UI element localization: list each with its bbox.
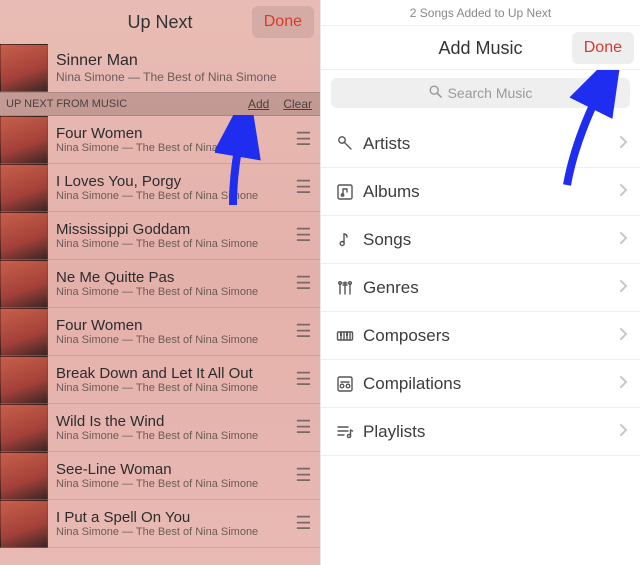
category-row-albums[interactable]: Albums bbox=[321, 168, 640, 216]
queue-row[interactable]: Mississippi GoddamNina Simone — The Best… bbox=[0, 212, 320, 260]
add-music-panel: 2 Songs Added to Up Next Add Music Done … bbox=[320, 0, 640, 565]
chevron-right-icon bbox=[619, 230, 628, 250]
reorder-handle-icon[interactable]: ☰ bbox=[286, 369, 320, 390]
category-label: Playlists bbox=[363, 422, 619, 442]
track-subtitle: Nina Simone — The Best of Nina Simone bbox=[56, 334, 286, 346]
chevron-right-icon bbox=[619, 374, 628, 394]
category-row-songs[interactable]: Songs bbox=[321, 216, 640, 264]
now-playing-row[interactable]: Sinner Man Nina Simone — The Best of Nin… bbox=[0, 44, 320, 92]
reorder-handle-icon[interactable]: ☰ bbox=[286, 177, 320, 198]
search-icon bbox=[429, 85, 442, 101]
queue-section-header: UP NEXT FROM MUSIC Add Clear bbox=[0, 92, 320, 116]
queue-row[interactable]: I Put a Spell On YouNina Simone — The Be… bbox=[0, 500, 320, 548]
add-link[interactable]: Add bbox=[248, 97, 269, 111]
reorder-handle-icon[interactable]: ☰ bbox=[286, 513, 320, 534]
chevron-right-icon bbox=[619, 134, 628, 154]
album-art bbox=[0, 404, 48, 452]
queue-row[interactable]: Break Down and Let It All OutNina Simone… bbox=[0, 356, 320, 404]
album-icon bbox=[335, 182, 363, 202]
playlist-icon bbox=[335, 422, 363, 442]
category-label: Compilations bbox=[363, 374, 619, 394]
track-title: Mississippi Goddam bbox=[56, 221, 286, 238]
category-label: Albums bbox=[363, 182, 619, 202]
track-title: See-Line Woman bbox=[56, 461, 286, 478]
track-subtitle: Nina Simone — The Best of Nina Simone bbox=[56, 478, 286, 490]
note-icon bbox=[335, 230, 363, 250]
reorder-handle-icon[interactable]: ☰ bbox=[286, 465, 320, 486]
category-row-artists[interactable]: Artists bbox=[321, 120, 640, 168]
up-next-title: Up Next bbox=[127, 12, 192, 32]
track-subtitle: Nina Simone — The Best of Nina Simone bbox=[56, 190, 286, 202]
category-label: Songs bbox=[363, 230, 619, 250]
up-next-header: Up Next Done bbox=[0, 0, 320, 44]
track-subtitle: Nina Simone — The Best of Nina Simone bbox=[56, 526, 286, 538]
mic-icon bbox=[335, 134, 363, 154]
category-row-playlists[interactable]: Playlists bbox=[321, 408, 640, 456]
guitar-icon bbox=[335, 278, 363, 298]
chevron-right-icon bbox=[619, 182, 628, 202]
track-subtitle: Nina Simone — The Best of Nina Simone bbox=[56, 286, 286, 298]
reorder-handle-icon[interactable]: ☰ bbox=[286, 417, 320, 438]
category-label: Composers bbox=[363, 326, 619, 346]
keyboard-icon bbox=[335, 326, 363, 346]
track-title: Wild Is the Wind bbox=[56, 413, 286, 430]
add-music-title: Add Music bbox=[438, 38, 522, 58]
chevron-right-icon bbox=[619, 326, 628, 346]
category-label: Artists bbox=[363, 134, 619, 154]
album-art bbox=[0, 164, 48, 212]
album-art bbox=[0, 308, 48, 356]
category-list: Artists Albums Songs Genres Composers Compila… bbox=[321, 120, 640, 456]
queue-row[interactable]: Four WomenNina Simone — The Best of Nina… bbox=[0, 116, 320, 164]
add-music-header: Add Music Done bbox=[321, 26, 640, 70]
track-title: Ne Me Quitte Pas bbox=[56, 269, 286, 286]
queue-row[interactable]: Four WomenNina Simone — The Best of Nina… bbox=[0, 308, 320, 356]
status-bar: 2 Songs Added to Up Next bbox=[321, 0, 640, 26]
up-next-panel: Up Next Done Sinner Man Nina Simone — Th… bbox=[0, 0, 320, 565]
category-row-genres[interactable]: Genres bbox=[321, 264, 640, 312]
track-subtitle: Nina Simone — The Best of Nina Simone bbox=[56, 430, 286, 442]
queue-list: Four WomenNina Simone — The Best of Nina… bbox=[0, 116, 320, 548]
compilation-icon bbox=[335, 374, 363, 394]
album-art bbox=[0, 212, 48, 260]
album-art bbox=[0, 260, 48, 308]
search-input[interactable]: Search Music bbox=[331, 78, 630, 108]
queue-row[interactable]: I Loves You, PorgyNina Simone — The Best… bbox=[0, 164, 320, 212]
now-playing-subtitle: Nina Simone — The Best of Nina Simone bbox=[56, 70, 277, 84]
reorder-handle-icon[interactable]: ☰ bbox=[286, 321, 320, 342]
track-subtitle: Nina Simone — The Best of Nina Simone bbox=[56, 382, 286, 394]
queue-row[interactable]: Wild Is the WindNina Simone — The Best o… bbox=[0, 404, 320, 452]
category-row-composers[interactable]: Composers bbox=[321, 312, 640, 360]
reorder-handle-icon[interactable]: ☰ bbox=[286, 225, 320, 246]
track-title: Four Women bbox=[56, 317, 286, 334]
queue-row[interactable]: See-Line WomanNina Simone — The Best of … bbox=[0, 452, 320, 500]
track-title: Break Down and Let It All Out bbox=[56, 365, 286, 382]
done-button[interactable]: Done bbox=[252, 6, 314, 38]
category-label: Genres bbox=[363, 278, 619, 298]
queue-row[interactable]: Ne Me Quitte PasNina Simone — The Best o… bbox=[0, 260, 320, 308]
track-subtitle: Nina Simone — The Best of Nina Simone bbox=[56, 238, 286, 250]
track-title: I Put a Spell On You bbox=[56, 509, 286, 526]
track-subtitle: Nina Simone — The Best of Nina Simone bbox=[56, 142, 286, 154]
done-button[interactable]: Done bbox=[572, 32, 634, 64]
reorder-handle-icon[interactable]: ☰ bbox=[286, 129, 320, 150]
queue-section-label: UP NEXT FROM MUSIC bbox=[6, 98, 127, 110]
now-playing-title: Sinner Man bbox=[56, 52, 277, 70]
chevron-right-icon bbox=[619, 278, 628, 298]
album-art bbox=[0, 356, 48, 404]
album-art bbox=[0, 452, 48, 500]
search-placeholder: Search Music bbox=[448, 85, 533, 101]
album-art bbox=[0, 500, 48, 548]
album-art bbox=[0, 116, 48, 164]
category-row-compilations[interactable]: Compilations bbox=[321, 360, 640, 408]
album-art bbox=[0, 44, 48, 92]
track-title: Four Women bbox=[56, 125, 286, 142]
reorder-handle-icon[interactable]: ☰ bbox=[286, 273, 320, 294]
track-title: I Loves You, Porgy bbox=[56, 173, 286, 190]
chevron-right-icon bbox=[619, 422, 628, 442]
clear-link[interactable]: Clear bbox=[283, 97, 312, 111]
